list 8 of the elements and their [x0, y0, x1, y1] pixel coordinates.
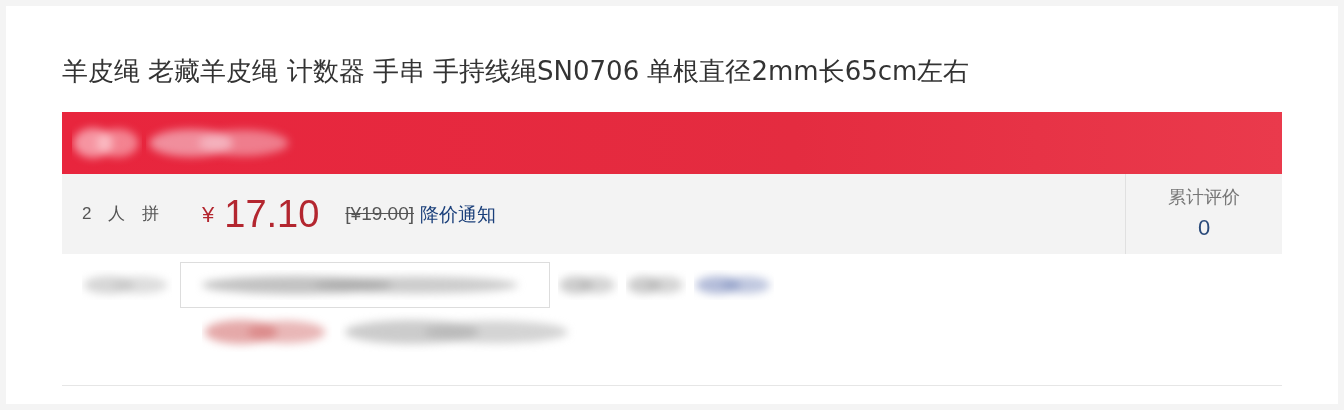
- product-title: 羊皮绳 老藏羊皮绳 计数器 手串 手持线绳SN0706 单根直径2mm长65cm左右: [62, 56, 971, 86]
- currency-symbol: ¥: [202, 200, 215, 229]
- price: 17.10: [224, 191, 320, 237]
- price-drop-alert-link[interactable]: 降价通知: [420, 199, 496, 229]
- original-price: [¥19.00]: [345, 201, 414, 226]
- reviews-label: 累计评价: [1168, 186, 1240, 209]
- group-buy-label: 2 人 拼: [82, 203, 166, 226]
- reviews-count: 0: [1197, 214, 1211, 242]
